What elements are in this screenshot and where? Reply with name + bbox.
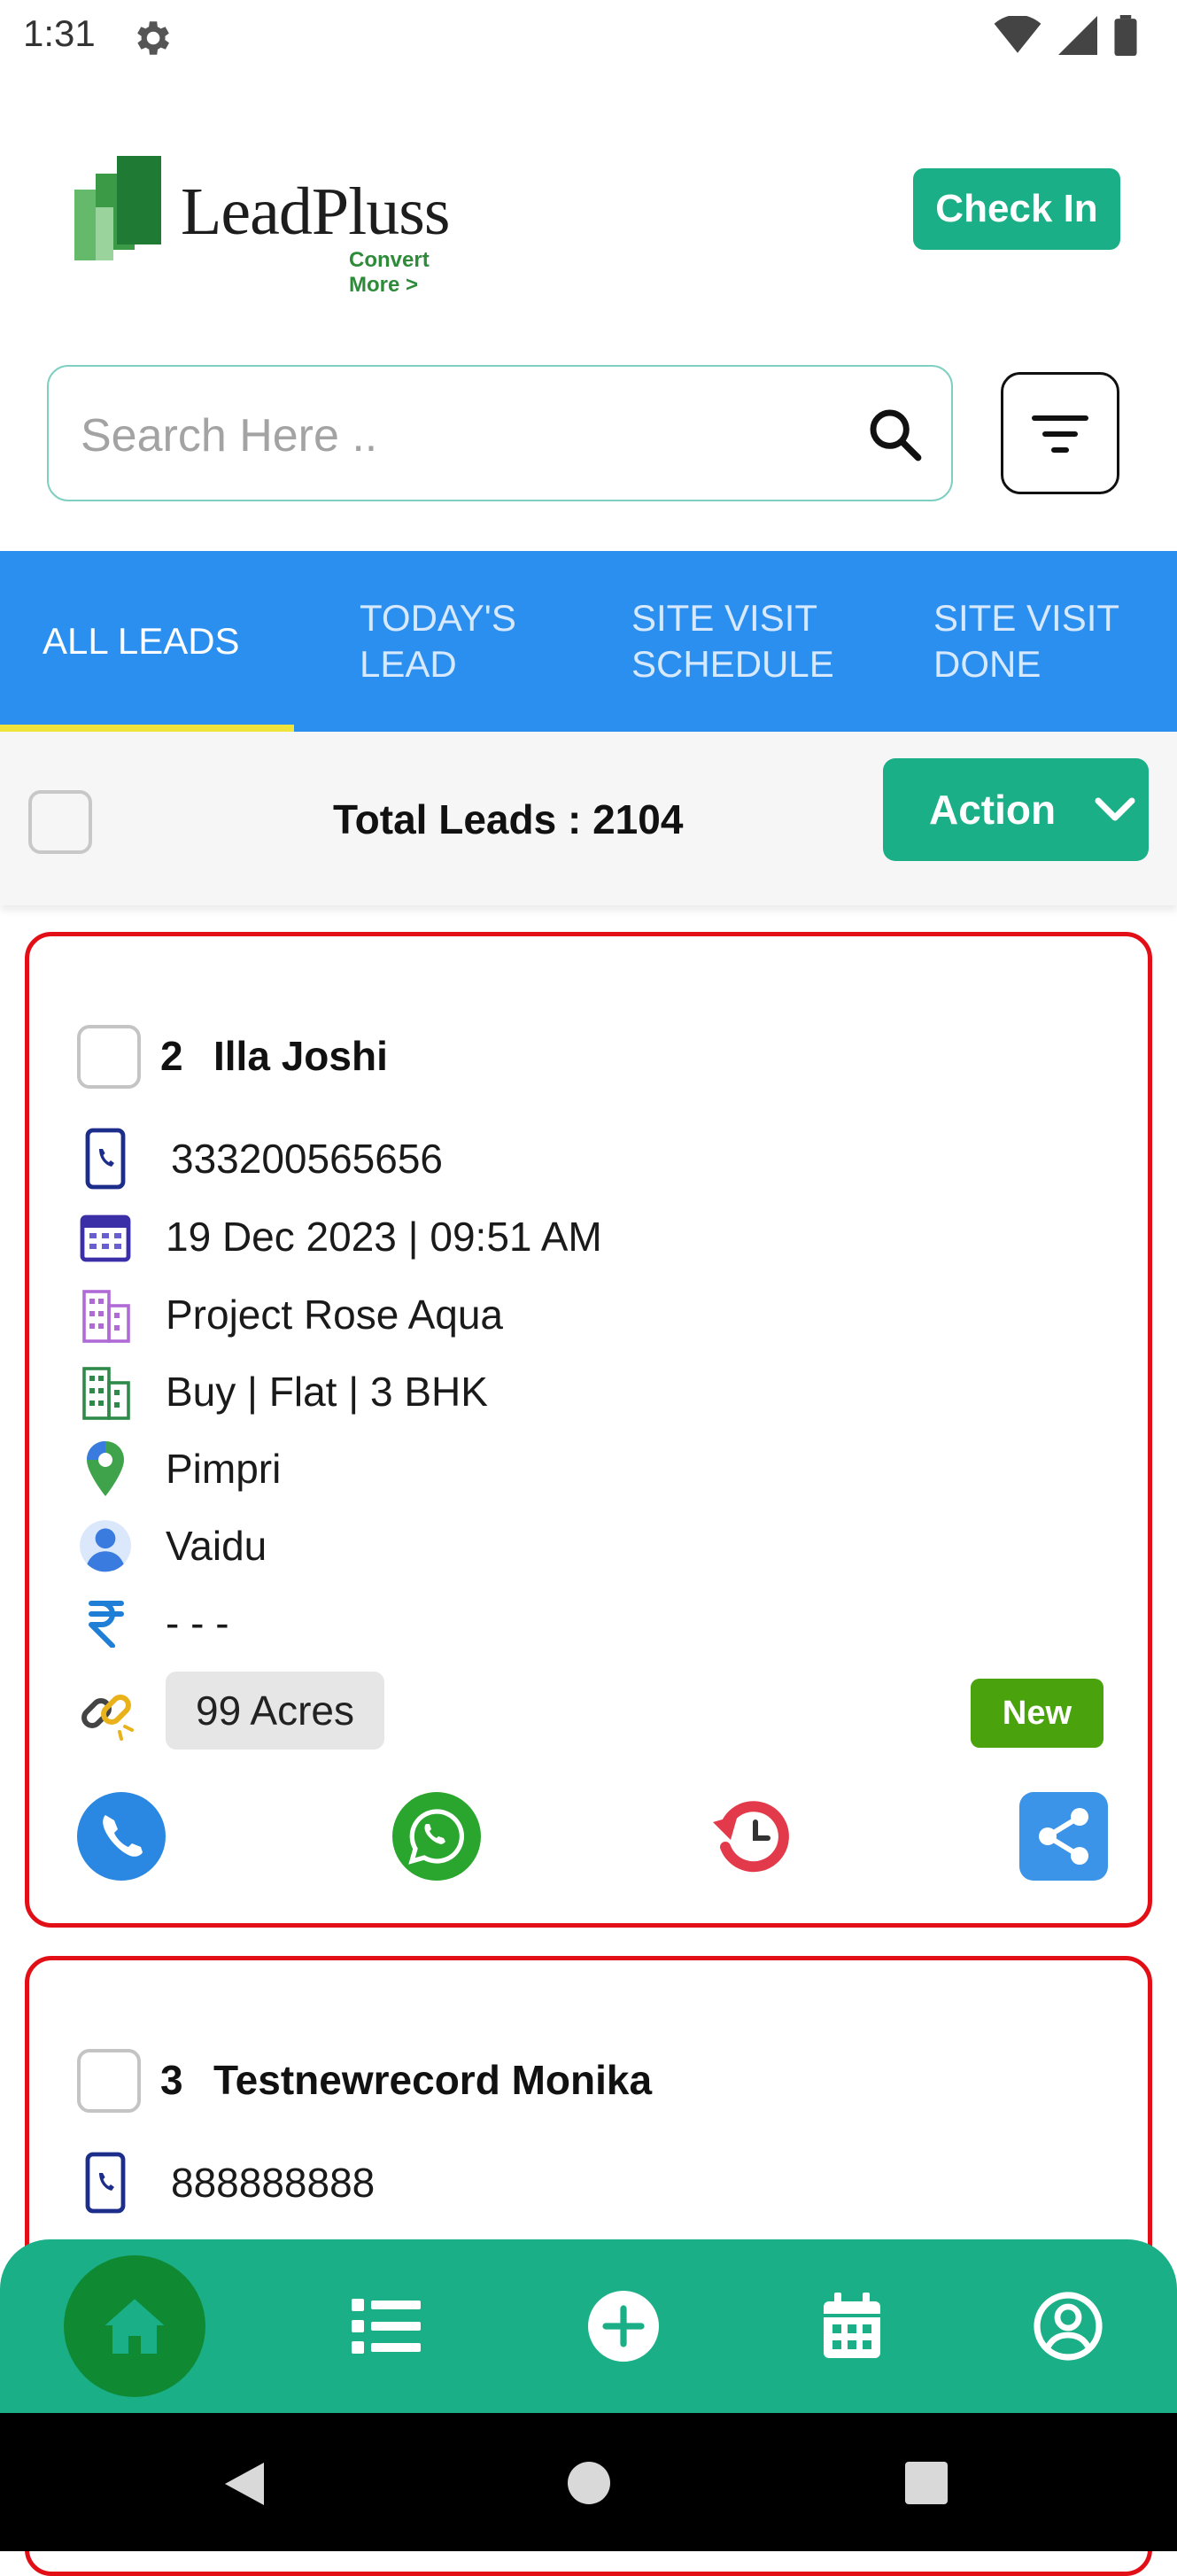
lead-number: 2 [160,1033,183,1079]
battery-icon [1114,15,1137,56]
recents-icon[interactable] [905,2462,948,2504]
home-icon [100,2296,169,2355]
nav-calendar[interactable] [808,2239,896,2413]
check-in-button[interactable]: Check In [913,168,1120,250]
brand-tagline: Convert More > [349,248,430,297]
lead-source-tag: 99 Acres [166,1672,384,1750]
lead-requirement: Buy | Flat | 3 BHK [166,1369,488,1415]
lead-card[interactable]: 2 Illa Joshi 333200565656 19 Dec 2023 | … [25,932,1152,1928]
rupee-icon [89,1601,124,1648]
lead-phone[interactable]: 888888888 [171,2159,375,2207]
lead-checkbox[interactable] [77,1025,141,1089]
active-tab-indicator [0,725,294,732]
mobile-phone-icon [85,1128,126,1190]
lead-assignee: Vaidu [166,1523,267,1569]
lead-date-row: 19 Dec 2023 | 09:51 AM [77,1206,602,1268]
lead-requirement-row: Buy | Flat | 3 BHK [77,1361,488,1423]
brand-name: LeadPluss [181,175,450,249]
tab-label: TODAY'S LEAD [360,597,516,685]
home-circle-icon[interactable] [567,2461,611,2505]
profile-icon [1034,2292,1103,2361]
mobile-phone-icon [85,2152,126,2214]
lead-phone-row: 888888888 [77,2152,375,2214]
history-icon[interactable] [708,1792,796,1881]
nav-leads-list[interactable] [342,2239,430,2413]
system-navigation-bar [0,2413,1177,2551]
filter-icon [1032,415,1088,453]
lead-location-row: Pimpri [77,1438,281,1500]
action-dropdown-button[interactable]: Action [883,758,1149,861]
lead-name: Testnewrecord Monika [213,2057,653,2103]
bottom-navigation [0,2239,1177,2413]
status-bar: 1:31 [0,0,1177,71]
add-circle-icon [588,2291,659,2362]
lead-location: Pimpri [166,1446,282,1492]
share-icon[interactable] [1019,1792,1108,1881]
action-label: Action [929,787,1057,833]
lead-phone[interactable]: 333200565656 [171,1135,443,1183]
building-icon [82,1290,130,1343]
phone-icon[interactable] [77,1792,166,1881]
leads-summary-bar: Total Leads : 2104 Action [0,732,1177,905]
status-badge: New [971,1679,1103,1748]
lead-tabs: ALL LEADS TODAY'S LEAD SITE VISIT SCHEDU… [0,551,1177,732]
tab-label: SITE VISIT DONE [933,597,1120,685]
tab-site-visit-done[interactable]: SITE VISIT DONE [933,551,1119,732]
select-all-checkbox[interactable] [28,790,92,854]
search-input[interactable] [79,400,858,471]
link-chain-icon [81,1695,134,1741]
lead-project-row: Project Rose Aqua [77,1284,503,1346]
tab-label: SITE VISIT SCHEDULE [631,597,834,685]
tab-site-visit-schedule[interactable]: SITE VISIT SCHEDULE [631,551,834,732]
search-box [47,365,953,501]
tab-label: ALL LEADS [43,620,240,662]
filter-button[interactable] [1001,372,1119,494]
chevron-down-icon [1095,797,1135,821]
nav-profile[interactable] [1024,2239,1112,2413]
logo-mark-icon [74,156,161,260]
signal-icon [1058,16,1097,55]
lead-budget-row: - - - [77,1592,229,1654]
calendar-icon [824,2293,880,2358]
lead-checkbox[interactable] [77,2049,141,2113]
status-time: 1:31 [23,12,96,54]
settings-gear-icon [137,21,169,55]
apartment-icon [82,1367,130,1420]
lead-number: 3 [160,2057,183,2103]
location-pin-icon [87,1441,124,1496]
list-icon [352,2299,421,2354]
lead-phone-row: 333200565656 [77,1128,443,1190]
lead-project: Project Rose Aqua [166,1292,504,1338]
user-avatar-icon [80,1520,131,1572]
lead-source-row [77,1682,136,1745]
tab-all-leads[interactable]: ALL LEADS [43,551,240,732]
back-icon[interactable] [221,2459,267,2509]
total-leads-count: Total Leads : 2104 [333,796,684,842]
search-icon[interactable] [866,406,923,462]
lead-assignee-row: Vaidu [77,1515,267,1577]
calendar-icon [80,1214,131,1262]
leadpluss-logo: LeadPluss Convert More > [74,156,482,297]
nav-add-lead[interactable] [579,2239,668,2413]
nav-home[interactable] [64,2239,205,2413]
whatsapp-icon[interactable] [392,1792,481,1881]
tab-todays-lead[interactable]: TODAY'S LEAD [360,551,516,732]
lead-budget: - - - [166,1600,229,1646]
lead-name: Illa Joshi [213,1033,388,1079]
wifi-icon [994,16,1041,53]
lead-datetime: 19 Dec 2023 | 09:51 AM [166,1214,602,1260]
